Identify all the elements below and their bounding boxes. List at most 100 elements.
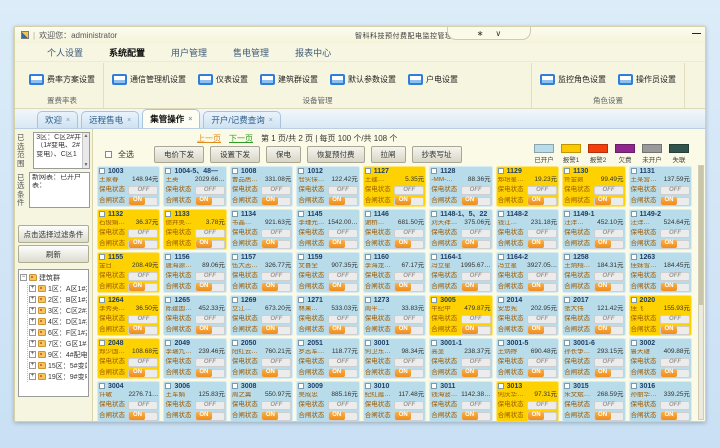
supply-status-toggle[interactable]: OFF: [660, 401, 690, 410]
room-card[interactable]: 1004-5、48— 王英 2029.66… 保电状态 OFF: [163, 166, 226, 207]
switch-status-toggle[interactable]: ON: [394, 326, 424, 335]
listbox-scrollbar[interactable]: ▲ ▼: [82, 133, 89, 168]
supply-status-toggle[interactable]: OFF: [328, 186, 358, 195]
switch-status-toggle[interactable]: ON: [394, 197, 424, 206]
room-card[interactable]: 1157 伍大志… 326.77元 保电状态 OFF: [230, 252, 293, 293]
room-checkbox[interactable]: [298, 383, 304, 389]
room-checkbox[interactable]: [498, 297, 504, 303]
expand-icon[interactable]: +: [29, 285, 36, 292]
switch-status-toggle[interactable]: ON: [594, 240, 624, 249]
room-checkbox[interactable]: [431, 383, 437, 389]
supply-status-toggle[interactable]: OFF: [394, 358, 424, 367]
room-card[interactable]: 1264 李秀英… 36.50元 保电状态 OFF: [97, 295, 160, 336]
room-card[interactable]: 1258 王炳翔… 184.31元 保电状态 OFF: [562, 252, 625, 293]
switch-status-toggle[interactable]: ON: [461, 240, 491, 249]
supply-status-toggle[interactable]: OFF: [128, 272, 158, 281]
room-checkbox[interactable]: [365, 254, 371, 260]
ribbon-button[interactable]: 费率方案设置: [29, 74, 95, 85]
ribbon-button[interactable]: 建筑群设置: [260, 74, 318, 85]
supply-status-toggle[interactable]: OFF: [461, 229, 491, 238]
supply-status-toggle[interactable]: OFF: [128, 186, 158, 195]
switch-status-toggle[interactable]: ON: [394, 283, 424, 292]
switch-status-toggle[interactable]: ON: [527, 326, 557, 335]
tab-close-icon[interactable]: ×: [66, 117, 70, 124]
tree-item[interactable]: + 6区：F区1#井（: [29, 327, 87, 338]
supply-status-toggle[interactable]: OFF: [261, 272, 291, 281]
room-card[interactable]: 1164-2 冯立星 3927.05… 保电状态 OFF: [496, 252, 559, 293]
supply-status-toggle[interactable]: OFF: [527, 272, 557, 281]
room-card[interactable]: 1003 王家春 148.94元 保电状态 OFF: [97, 166, 160, 207]
supply-status-toggle[interactable]: OFF: [461, 401, 491, 410]
room-card[interactable]: 3001-5 王炳搀 690.48元 保电状态 OFF: [496, 338, 559, 379]
supply-status-toggle[interactable]: OFF: [527, 401, 557, 410]
room-card[interactable]: 1159 文喜全 907.35元 保电状态 OFF: [296, 252, 359, 293]
switch-status-toggle[interactable]: ON: [660, 326, 690, 335]
supply-status-toggle[interactable]: OFF: [328, 229, 358, 238]
supply-status-toggle[interactable]: OFF: [261, 401, 291, 410]
supply-status-toggle[interactable]: OFF: [195, 229, 225, 238]
supply-status-toggle[interactable]: OFF: [261, 186, 291, 195]
room-checkbox[interactable]: [99, 211, 105, 217]
switch-status-toggle[interactable]: ON: [128, 412, 158, 421]
switch-status-toggle[interactable]: ON: [328, 283, 358, 292]
supply-status-toggle[interactable]: OFF: [128, 315, 158, 324]
action-button[interactable]: 设置下发: [210, 146, 260, 163]
expand-icon[interactable]: +: [29, 373, 36, 380]
supply-status-toggle[interactable]: OFF: [195, 358, 225, 367]
switch-status-toggle[interactable]: ON: [261, 283, 291, 292]
switch-status-toggle[interactable]: ON: [261, 326, 291, 335]
room-card[interactable]: 2051 罗志军… 118.77元 保电状态 OFF: [296, 338, 359, 379]
room-card[interactable]: 1164-1 冯立星 1995.67… 保电状态 OFF: [429, 252, 492, 293]
room-card[interactable]: 1131 王某营… 137.59元 保电状态 OFF: [629, 166, 692, 207]
tree-item[interactable]: + 19区：9#变电站: [29, 371, 87, 382]
switch-status-toggle[interactable]: ON: [128, 197, 158, 206]
room-card[interactable]: 2014 安思宪 202.95元 保电状态 OFF: [496, 295, 559, 336]
room-checkbox[interactable]: [298, 340, 304, 346]
room-checkbox[interactable]: [232, 254, 238, 260]
supply-status-toggle[interactable]: OFF: [594, 315, 624, 324]
tab-close-icon[interactable]: ×: [127, 117, 131, 124]
supply-status-toggle[interactable]: OFF: [527, 315, 557, 324]
room-card[interactable]: 1273 周平… 33.83元 保电状态 OFF: [363, 295, 426, 336]
room-card[interactable]: 1265 陈建国… 452.33元 保电状态 OFF: [163, 295, 226, 336]
room-checkbox[interactable]: [431, 340, 437, 346]
tree-item[interactable]: + 3区：C区2#井（1: [29, 305, 87, 316]
switch-status-toggle[interactable]: ON: [261, 240, 291, 249]
room-card[interactable]: 1133 德井奥… 3.78元 保电状态 OFF: [163, 209, 226, 250]
supply-status-toggle[interactable]: OFF: [261, 358, 291, 367]
room-card[interactable]: 3006 王军娟 125.83元 保电状态 OFF: [163, 381, 226, 422]
expand-icon[interactable]: +: [29, 340, 36, 347]
switch-status-toggle[interactable]: ON: [195, 369, 225, 378]
room-checkbox[interactable]: [498, 340, 504, 346]
supply-status-toggle[interactable]: OFF: [195, 401, 225, 410]
switch-status-toggle[interactable]: ON: [261, 369, 291, 378]
supply-status-toggle[interactable]: OFF: [660, 315, 690, 324]
room-checkbox[interactable]: [564, 211, 570, 217]
supply-status-toggle[interactable]: OFF: [527, 186, 557, 195]
switch-status-toggle[interactable]: ON: [394, 412, 424, 421]
switch-status-toggle[interactable]: ON: [328, 412, 358, 421]
room-checkbox[interactable]: [498, 168, 504, 174]
supply-status-toggle[interactable]: OFF: [261, 229, 291, 238]
room-checkbox[interactable]: [431, 254, 437, 260]
switch-status-toggle[interactable]: ON: [660, 283, 690, 292]
switch-status-toggle[interactable]: ON: [594, 369, 624, 378]
tree-item[interactable]: + 15区：5#变站（3: [29, 360, 87, 371]
room-card[interactable]: 1271 林果… 533.03元 保电状态 OFF: [296, 295, 359, 336]
menu-item[interactable]: 系统配置: [109, 46, 145, 59]
switch-status-toggle[interactable]: ON: [128, 326, 158, 335]
refresh-button[interactable]: 刷新: [18, 245, 89, 263]
room-card[interactable]: 1148-1、5、22 刘天祥… 375.06元 保电状态 OFF: [429, 209, 492, 250]
room-checkbox[interactable]: [564, 168, 570, 174]
room-checkbox[interactable]: [232, 211, 238, 217]
switch-status-toggle[interactable]: ON: [195, 412, 225, 421]
switch-status-toggle[interactable]: ON: [461, 326, 491, 335]
supply-status-toggle[interactable]: OFF: [461, 358, 491, 367]
room-checkbox[interactable]: [631, 383, 637, 389]
menu-item[interactable]: 报表中心: [295, 46, 331, 59]
room-card[interactable]: 2017 张大伟 121.42元 保电状态 OFF: [562, 295, 625, 336]
room-checkbox[interactable]: [431, 168, 437, 174]
select-all-checkbox[interactable]: [105, 151, 112, 158]
switch-status-toggle[interactable]: ON: [660, 369, 690, 378]
room-card[interactable]: 3001-6 孙长争… 293.15元 保电状态 OFF: [562, 338, 625, 379]
